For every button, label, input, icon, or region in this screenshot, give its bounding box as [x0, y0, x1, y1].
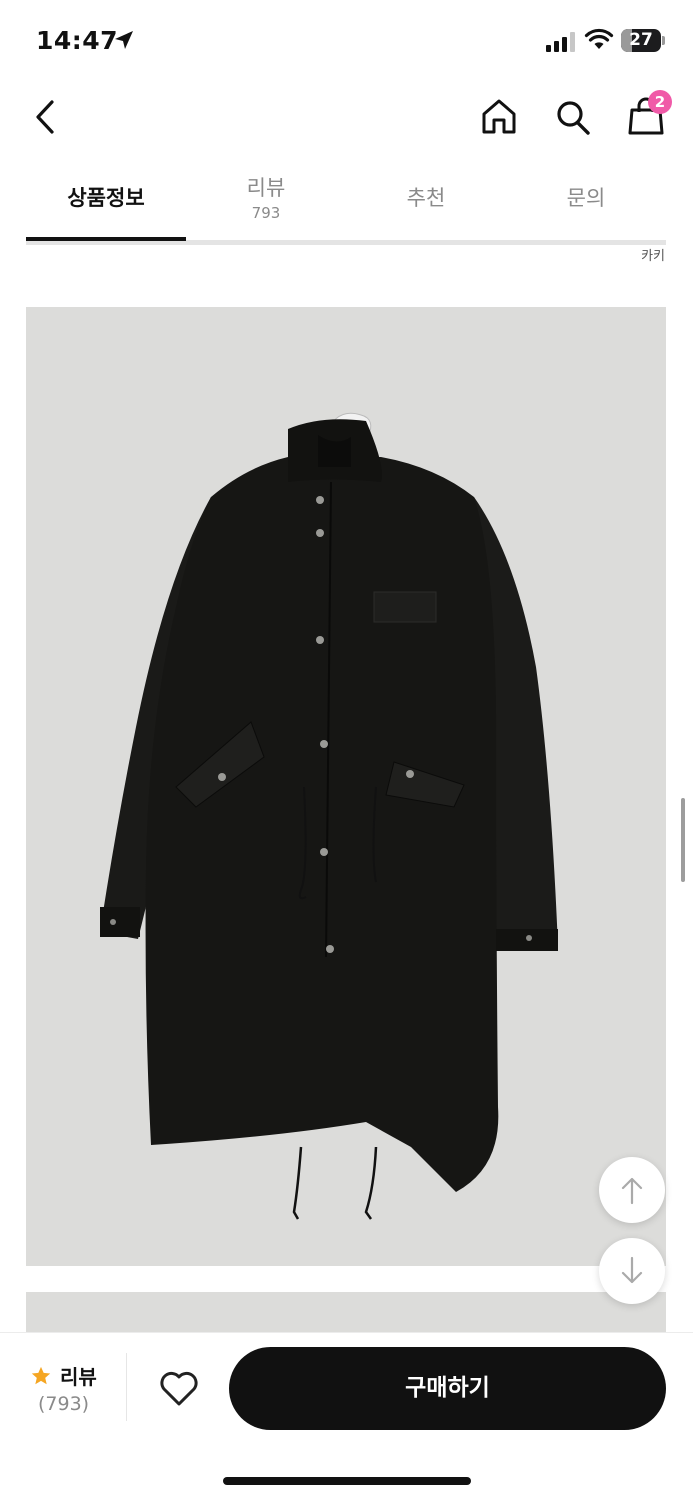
tab-label: 추천 — [406, 186, 446, 210]
bar-divider — [126, 1353, 127, 1421]
buy-button[interactable]: 구매하기 — [229, 1347, 666, 1430]
search-icon[interactable] — [553, 96, 593, 138]
tab-reviews[interactable]: 리뷰 793 — [186, 160, 346, 242]
heart-icon[interactable] — [158, 1369, 200, 1409]
status-bar: 14:47 27 — [0, 0, 693, 82]
back-button[interactable] — [28, 96, 64, 138]
review-label: 리뷰 — [60, 1365, 97, 1389]
tab-product-info[interactable]: 상품정보 — [26, 160, 186, 242]
tab-label: 문의 — [566, 186, 606, 210]
arrow-up-icon — [621, 1177, 643, 1205]
color-caption: 카키 — [641, 249, 665, 264]
status-time: 14:47 — [36, 26, 119, 55]
scroll-indicator[interactable] — [681, 798, 685, 882]
tab-review-count: 793 — [251, 204, 281, 222]
cart-badge: 2 — [648, 90, 672, 114]
tab-recommend[interactable]: 추천 — [346, 160, 506, 242]
tab-inquiry[interactable]: 문의 — [506, 160, 666, 242]
bottom-action-bar: 리뷰 (793) 구매하기 — [0, 1332, 693, 1501]
arrow-down-icon — [621, 1256, 643, 1284]
home-icon[interactable] — [479, 96, 519, 138]
product-image — [26, 307, 666, 1266]
review-count: (793) — [38, 1393, 90, 1415]
scroll-bottom-button[interactable] — [599, 1238, 665, 1304]
cellular-signal-icon — [546, 32, 575, 52]
active-tab-indicator — [26, 237, 186, 241]
star-icon — [31, 1366, 51, 1385]
location-arrow-icon — [115, 31, 133, 49]
tab-label: 리뷰 — [246, 176, 286, 200]
wifi-icon — [584, 28, 614, 49]
product-tabs: 상품정보 리뷰 793 추천 문의 — [26, 160, 666, 242]
battery-cap — [662, 36, 665, 45]
coat-illustration — [100, 412, 558, 1220]
home-indicator — [223, 1477, 471, 1485]
battery-level: 27 — [629, 30, 653, 50]
scroll-top-button[interactable] — [599, 1157, 665, 1223]
tab-label: 상품정보 — [67, 186, 145, 210]
battery-icon: 27 — [621, 29, 661, 52]
